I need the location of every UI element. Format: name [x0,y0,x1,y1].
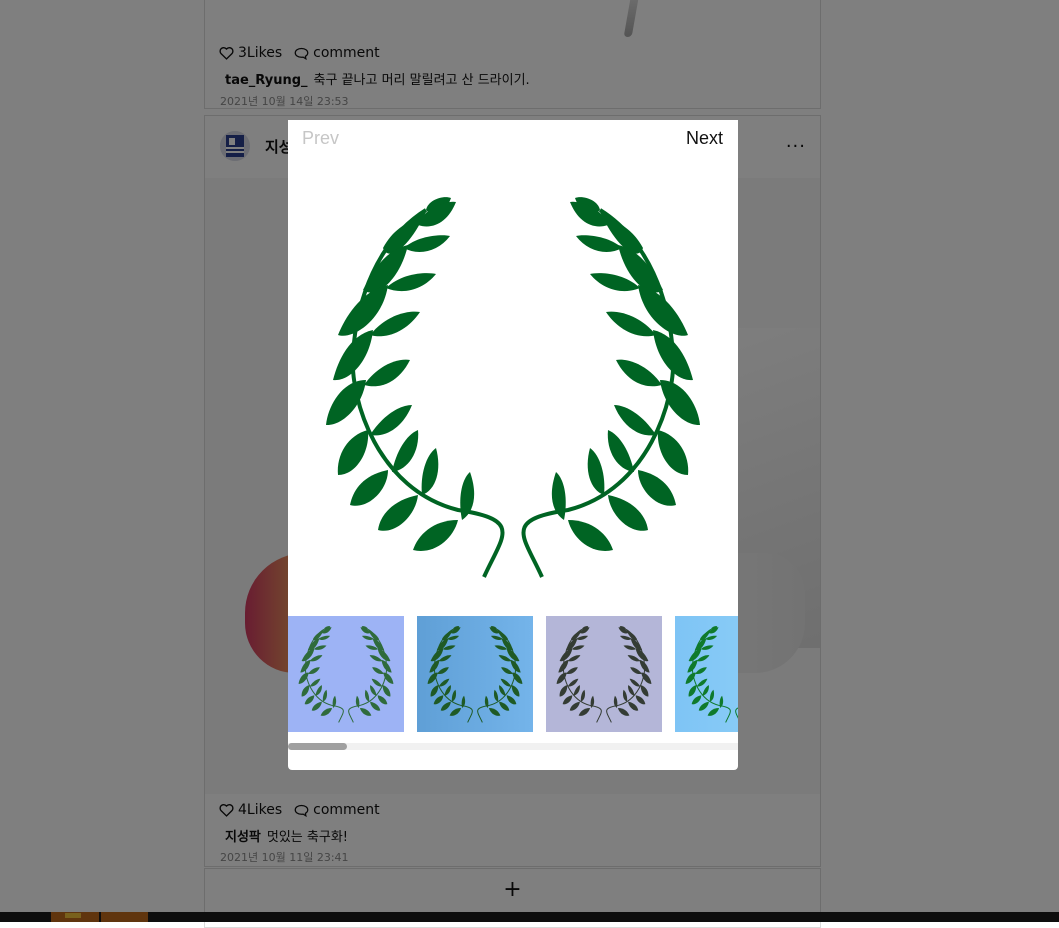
next-button[interactable]: Next [686,128,723,149]
laurel-left-branch [685,626,731,723]
laurel-thumbnail-icon [427,626,523,723]
laurel-left-branch [427,626,473,723]
prev-button[interactable]: Prev [302,128,339,149]
thumbnail-scrollbar[interactable] [288,743,738,750]
laurel-thumb-1[interactable] [288,616,404,732]
laurel-thumb-3[interactable] [546,616,662,732]
laurel-thumbnail-icon [556,626,652,723]
thumbnail-strip[interactable] [288,616,738,732]
laurel-right-branch [735,707,738,719]
laurel-right-branch [521,197,700,578]
laurel-thumbnail-icon [298,626,394,723]
scrollbar-thumb[interactable] [288,743,347,750]
laurel-right-branch [348,626,394,723]
laurel-left-branch [326,197,505,578]
laurel-wreath-image [326,197,700,578]
laurel-left-branch [556,626,602,723]
image-viewer-modal: Prev Next [288,120,738,770]
laurel-right-branch [606,626,652,723]
laurel-thumb-2[interactable] [417,616,533,732]
laurel-thumbnail-icon [685,626,738,723]
laurel-thumb-4[interactable] [675,616,738,732]
laurel-right-branch [477,626,523,723]
laurel-left-branch [298,626,344,723]
